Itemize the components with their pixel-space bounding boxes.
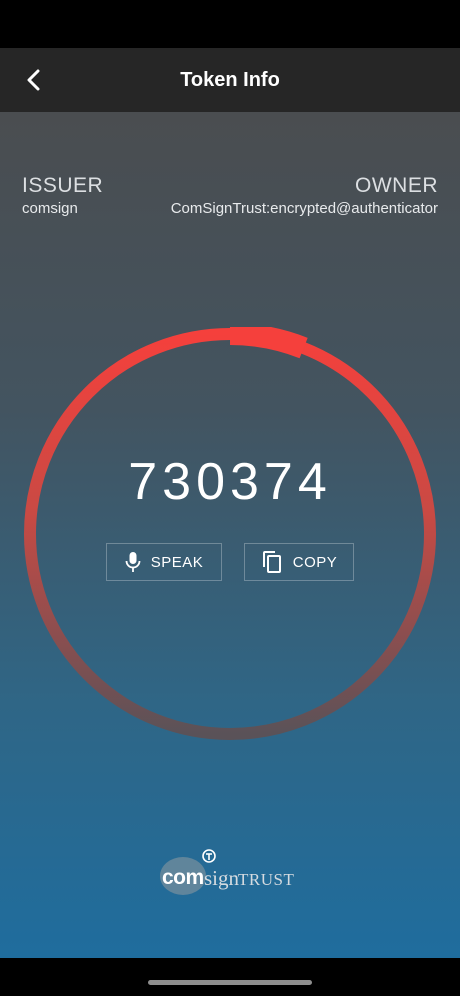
- countdown-ring-track: [24, 328, 436, 740]
- app-bar: Token Info: [0, 48, 460, 112]
- issuer-value: comsign: [22, 200, 78, 217]
- logo-text-trust: TRUST: [238, 870, 295, 889]
- back-button[interactable]: [12, 58, 56, 102]
- issuer-heading: ISSUER: [22, 174, 104, 197]
- logo-text-com: com: [162, 866, 204, 889]
- logo-text-sign: sign: [204, 866, 240, 890]
- countdown-ring: [23, 327, 437, 741]
- token-content: ISSUER comsign OWNER ComSignTrust:encryp…: [0, 112, 460, 958]
- countdown-progress-arc: [229, 327, 308, 359]
- speak-button[interactable]: SPEAK: [106, 543, 222, 581]
- system-nav-bar: [0, 958, 460, 996]
- issuer-block: ISSUER comsign: [22, 174, 103, 217]
- chevron-left-icon: [27, 69, 40, 91]
- owner-block: OWNER ComSignTrust:encrypted@authenticat…: [171, 174, 438, 217]
- microphone-icon: [125, 551, 141, 573]
- copy-label: COPY: [292, 553, 338, 571]
- owner-value: ComSignTrust:encrypted@authenticator: [170, 200, 438, 217]
- comsigntrust-logo: com sign TRUST: [160, 849, 302, 901]
- token-info-screen: Token Info ISSUER comsign OWNER ComSignT…: [0, 0, 460, 996]
- copy-button[interactable]: COPY: [244, 543, 354, 581]
- speak-label: SPEAK: [150, 553, 204, 571]
- token-code: 730374: [128, 453, 332, 511]
- page-title: Token Info: [180, 69, 280, 91]
- status-bar: [0, 0, 460, 48]
- copy-icon: [261, 550, 283, 574]
- home-indicator[interactable]: [148, 980, 312, 985]
- owner-heading: OWNER: [355, 174, 438, 197]
